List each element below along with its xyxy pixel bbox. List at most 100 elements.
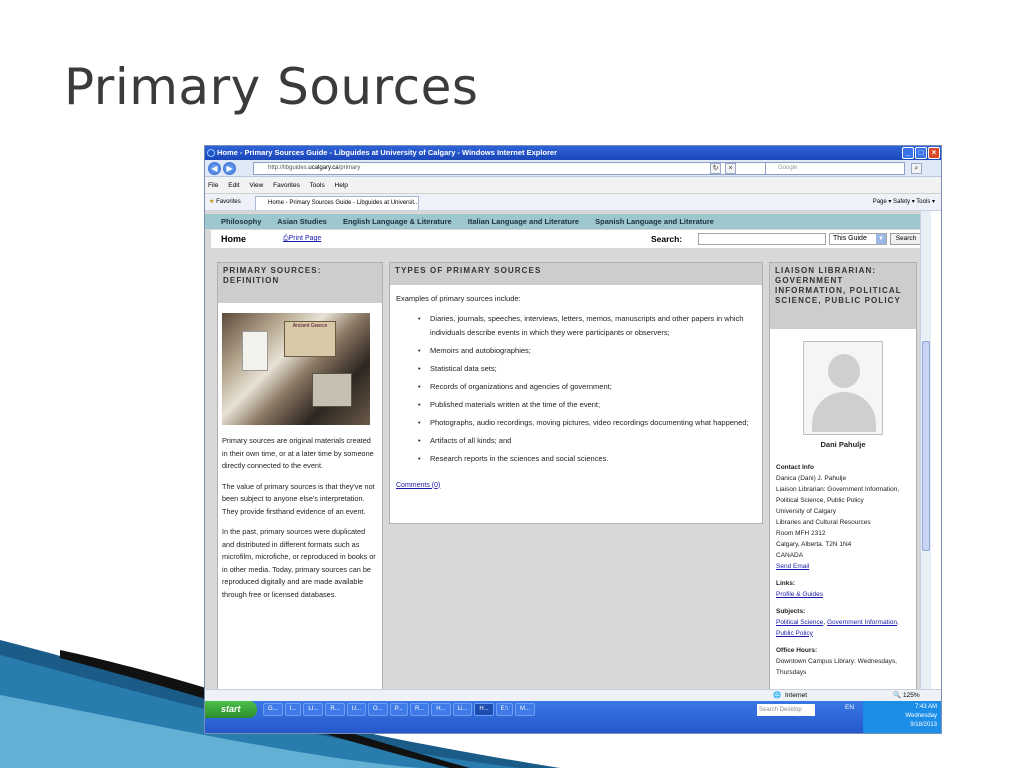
menu-edit[interactable]: Edit (228, 182, 239, 189)
search-input[interactable]: Google (765, 162, 905, 175)
menu-file[interactable]: File (208, 182, 218, 189)
security-zone: Internet (785, 692, 808, 699)
clock-time[interactable]: 7:43 AM (867, 703, 937, 712)
comments-link[interactable]: Comments (0) (396, 480, 756, 493)
menu-view[interactable]: View (249, 182, 263, 189)
maximize-button[interactable]: □ (915, 147, 927, 159)
slide-title: Primary Sources (64, 58, 479, 116)
clock-date: 9/18/2013 (910, 722, 937, 728)
taskbar-item[interactable]: M... (515, 703, 535, 716)
slide: Primary Sources Home - Primary Sources G… (0, 0, 1024, 768)
status-bar: 🌐 Internet 🔍 125% (205, 689, 941, 701)
librarian-box: LIAISON LIBRARIAN: GOVERNMENT INFORMATIO… (769, 262, 917, 689)
home-tab[interactable]: Home (221, 230, 246, 248)
definition-paragraph: Primary sources are original materials c… (222, 436, 374, 470)
search-icon[interactable]: ⌕ (911, 163, 922, 174)
close-button[interactable]: × (928, 147, 940, 159)
browser-tab[interactable]: Home - Primary Sources Guide - Libguides… (255, 196, 419, 210)
subject-link[interactable]: Public Policy (776, 630, 813, 637)
taskbar-item[interactable]: E:\ (495, 703, 513, 716)
librarian-heading: LIAISON LIBRARIAN: GOVERNMENT INFORMATIO… (770, 263, 916, 329)
taskbar-item[interactable]: G... (263, 703, 283, 716)
minimize-button[interactable]: _ (902, 147, 914, 159)
internet-icon: 🌐 (773, 692, 782, 699)
window-titlebar: Home - Primary Sources Guide - Libguides… (205, 146, 941, 160)
office-hours: Downtown Campus Library: Wednesdays, Thu… (776, 657, 897, 676)
print-page-link[interactable]: ⎙Print Page (283, 230, 321, 248)
nav-english[interactable]: English Language & Literature (343, 217, 452, 226)
taskbar-item[interactable]: R... (325, 703, 345, 716)
taskbar-item[interactable]: P... (389, 703, 408, 716)
subject-nav: Philosophy Asian Studies English Languag… (205, 214, 931, 229)
menu-help[interactable]: Help (335, 182, 348, 189)
menu-bar: File Edit View Favorites Tools Help (205, 177, 941, 194)
send-email-link[interactable]: Send Email (776, 563, 809, 570)
contact-info: Contact Info Danica (Dani) J. Pahulje Li… (776, 462, 910, 678)
list-item: Memoirs and autobiographies; (418, 344, 756, 358)
contact-line: Danica (Dani) J. Pahulje (776, 474, 847, 482)
primary-sources-photo: Ancient Greece (222, 313, 370, 425)
profile-guides-link[interactable]: Profile & Guides (776, 591, 823, 598)
definition-heading: PRIMARY SOURCES: DEFINITION (218, 263, 382, 303)
subject-link[interactable]: Government Information (827, 619, 897, 626)
refresh-icon[interactable]: ↻ (710, 163, 721, 174)
nav-asian-studies[interactable]: Asian Studies (277, 217, 327, 226)
list-item: Artifacts of all kinds; and (418, 434, 756, 448)
contact-line: Room MFH 2312 (776, 529, 826, 537)
taskbar-item[interactable]: Li... (452, 703, 473, 716)
start-button[interactable]: start (205, 701, 257, 718)
ie-icon (207, 149, 215, 157)
office-hours-label: Office Hours: (776, 646, 818, 654)
stop-icon[interactable]: × (725, 163, 736, 174)
list-item: Published materials written at the time … (418, 398, 756, 412)
search-button[interactable]: Search (890, 233, 922, 245)
links-label: Links: (776, 579, 796, 587)
menu-tools[interactable]: Tools (310, 182, 325, 189)
nav-philosophy[interactable]: Philosophy (221, 217, 261, 226)
language-indicator[interactable]: EN (845, 704, 854, 711)
taskbar-item[interactable]: I... (284, 703, 302, 716)
command-bar[interactable]: Page ▾ Safety ▾ Tools ▾ (873, 194, 935, 211)
nav-spanish[interactable]: Spanish Language and Literature (595, 217, 714, 226)
web-page: Philosophy Asian Studies English Languag… (205, 211, 931, 689)
list-item: Photographs, audio recordings, moving pi… (418, 416, 756, 430)
taskbar-item[interactable]: O... (368, 703, 388, 716)
taskbar-item[interactable]: H... (431, 703, 451, 716)
list-item: Research reports in the sciences and soc… (418, 452, 756, 466)
taskbar-item[interactable]: R... (409, 703, 430, 716)
zoom-level[interactable]: 125% (903, 690, 920, 701)
window-title: Home - Primary Sources Guide - Libguides… (217, 148, 558, 157)
types-heading: TYPES OF PRIMARY SOURCES (390, 263, 762, 285)
types-body: Examples of primary sources include: Dia… (390, 285, 762, 500)
forward-icon[interactable]: ▶ (223, 162, 236, 175)
types-list: Diaries, journals, speeches, interviews,… (396, 312, 756, 466)
taskbar-item[interactable]: U... (346, 703, 367, 716)
book-cover-text: Ancient Greece (284, 321, 336, 357)
nav-italian[interactable]: Italian Language and Literature (468, 217, 579, 226)
chevron-down-icon: ▼ (876, 234, 886, 244)
contact-line: Calgary, Alberta. T2N 1N4 (776, 540, 852, 548)
taskbar-items: G... I... LI... R... U... O... P... R...… (263, 703, 535, 716)
zoom-icon[interactable]: 🔍 (893, 690, 901, 701)
taskbar-item[interactable]: LI... (303, 703, 324, 716)
vertical-scrollbar[interactable] (920, 211, 931, 689)
contact-line: Libraries and Cultural Resources (776, 518, 871, 526)
subject-link[interactable]: Political Science (776, 619, 823, 626)
address-bar: ◀ ▶ http://libguides.ucalgary.ca/primary… (205, 160, 941, 177)
librarian-body: Dani Pahulje Contact Info Danica (Dani) … (770, 341, 916, 678)
definition-paragraph: The value of primary sources is that the… (222, 481, 375, 516)
taskbar-item[interactable]: H... (474, 703, 494, 716)
desktop-search-input[interactable]: Search Desktop (757, 704, 815, 716)
list-item: Records of organizations and agencies of… (418, 380, 756, 394)
menu-favorites[interactable]: Favorites (273, 182, 300, 189)
favorites-button[interactable]: Favorites (216, 199, 241, 205)
search-scope-select[interactable]: This Guide ▼ (829, 233, 887, 245)
star-icon[interactable]: ★ (205, 199, 214, 205)
contact-line: Liaison Librarian: Government Informatio… (776, 485, 900, 504)
guide-search-input[interactable] (698, 233, 826, 245)
search-label: Search: (651, 234, 683, 244)
contact-label: Contact Info (776, 463, 814, 471)
browser-screenshot: Home - Primary Sources Guide - Libguides… (204, 145, 942, 734)
back-icon[interactable]: ◀ (208, 162, 221, 175)
definition-paragraph: In the past, primary sources were duplic… (222, 527, 376, 599)
